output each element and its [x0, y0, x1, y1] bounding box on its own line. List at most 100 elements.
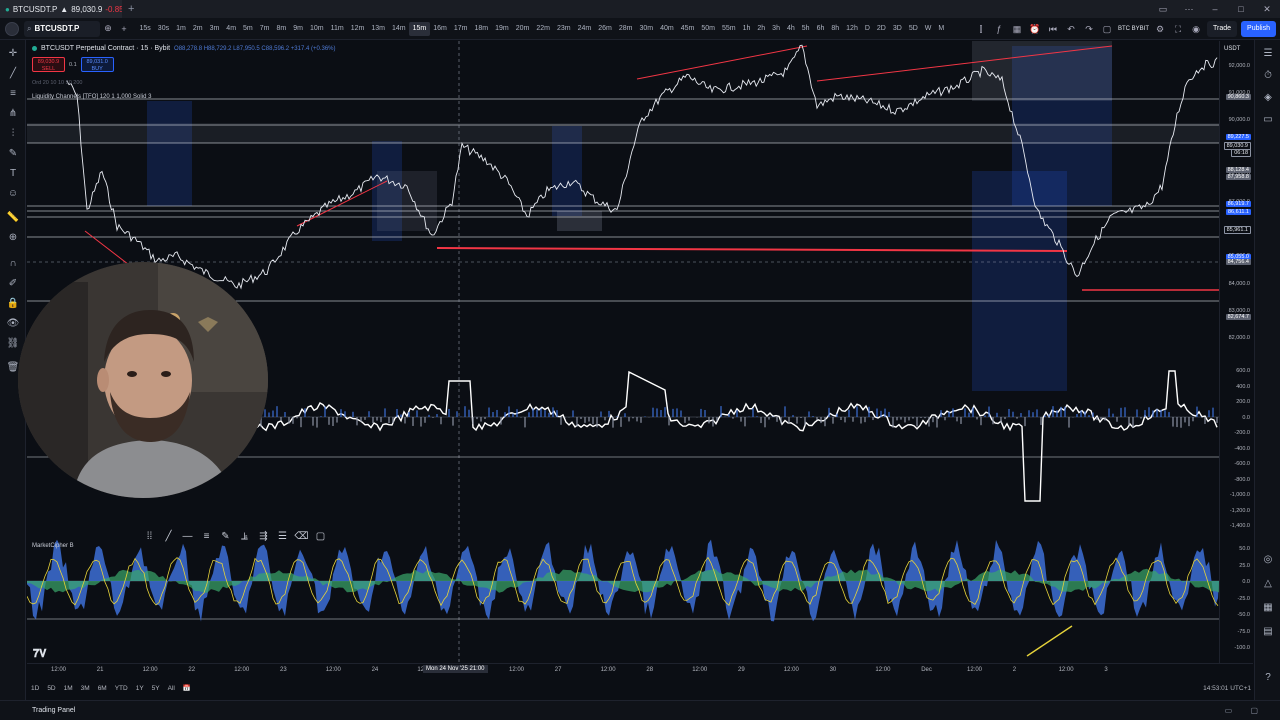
- interval-5m[interactable]: 5m: [240, 22, 257, 36]
- interval-9m[interactable]: 9m: [290, 22, 307, 36]
- add-symbol-icon[interactable]: +: [116, 24, 132, 34]
- interval-4m[interactable]: 4m: [223, 22, 240, 36]
- browser-tab[interactable]: ● BTCUSDT.P ▲ 89,030.9 -0.85% ×: [0, 0, 122, 18]
- interval-30m[interactable]: 30m: [636, 22, 657, 36]
- alerts-icon[interactable]: ⏱: [1260, 68, 1276, 84]
- interval-3D[interactable]: 3D: [889, 22, 905, 36]
- symbol-search[interactable]: ⌕ BTCUSDT.P: [24, 20, 100, 37]
- watchlist-icon[interactable]: ☰: [1260, 46, 1276, 62]
- notes-icon[interactable]: ▤: [1260, 624, 1276, 640]
- icon-tool-icon[interactable]: ☺: [5, 186, 21, 202]
- interval-5D[interactable]: 5D: [905, 22, 921, 36]
- camera-icon[interactable]: ◉: [1189, 24, 1203, 35]
- redo-icon[interactable]: ↷: [1082, 24, 1096, 35]
- alert-icon[interactable]: ⏰: [1028, 24, 1042, 35]
- minimize-icon[interactable]: –: [1202, 4, 1228, 15]
- range-5Y[interactable]: 5Y: [148, 685, 164, 692]
- indicators-icon[interactable]: ƒ: [992, 24, 1006, 34]
- interval-50m[interactable]: 50m: [698, 22, 719, 36]
- compare-icon[interactable]: ⊕: [100, 23, 116, 34]
- interval-5h[interactable]: 5h: [798, 22, 813, 36]
- trading-panel-label[interactable]: Trading Panel: [32, 707, 75, 714]
- price-scale[interactable]: 92,000.091,000.090,000.089,000.088,000.0…: [1219, 41, 1253, 663]
- hline-tool-icon[interactable]: —: [178, 531, 197, 542]
- hidden-indicator-label[interactable]: Ord 20 10 10 50 200: [32, 80, 82, 86]
- interval-2m[interactable]: 2m: [189, 22, 206, 36]
- range-1Y[interactable]: 1Y: [132, 685, 148, 692]
- close-window-icon[interactable]: ✕: [1254, 4, 1280, 15]
- hline-icon[interactable]: ≡: [5, 86, 21, 102]
- interval-55m[interactable]: 55m: [718, 22, 739, 36]
- tradingview-logo-icon[interactable]: 𝟕𝐕: [33, 648, 46, 661]
- range-3M[interactable]: 3M: [77, 685, 94, 692]
- interval-13m[interactable]: 13m: [368, 22, 389, 36]
- interval-14m[interactable]: 14m: [388, 22, 409, 36]
- liquidity-channels-label[interactable]: Liquidity Channels [TFO] 120 1 1,000 Sol…: [32, 94, 151, 100]
- chat-icon[interactable]: ▭: [1260, 112, 1276, 128]
- range-All[interactable]: All: [164, 685, 179, 692]
- market-cipher-label[interactable]: MarketCipher B: [32, 543, 74, 549]
- lock-icon[interactable]: 🔒: [5, 296, 21, 312]
- range-1M[interactable]: 1M: [60, 685, 77, 692]
- interval-8m[interactable]: 8m: [273, 22, 290, 36]
- new-tab-icon[interactable]: +: [128, 3, 134, 15]
- goto-date-icon[interactable]: 📅: [179, 684, 195, 692]
- drag-handle-icon[interactable]: ⁞⁞: [140, 531, 159, 542]
- box-tool-icon[interactable]: ▢: [311, 531, 330, 542]
- interval-17m[interactable]: 17m: [450, 22, 471, 36]
- eye-icon[interactable]: 👁: [5, 316, 21, 332]
- ideas-icon[interactable]: ◎: [1260, 552, 1276, 568]
- channel-tool-icon[interactable]: ⇶: [254, 531, 273, 542]
- clock-label[interactable]: 14:53:01 UTC+1: [1203, 685, 1251, 692]
- zoom-icon[interactable]: ⊕: [5, 230, 21, 246]
- interval-15s[interactable]: 15s: [136, 22, 154, 36]
- range-1D[interactable]: 1D: [27, 685, 43, 692]
- link-icon[interactable]: ⛓: [5, 336, 21, 352]
- interval-2h[interactable]: 2h: [754, 22, 769, 36]
- interval-15m[interactable]: 15m: [409, 21, 430, 36]
- draw-mode-icon[interactable]: ✐: [5, 276, 21, 292]
- magnet-icon[interactable]: ∩: [5, 256, 21, 272]
- layers-icon[interactable]: ◈: [1260, 90, 1276, 106]
- interval-45m[interactable]: 45m: [677, 22, 698, 36]
- interval-24m[interactable]: 24m: [574, 22, 595, 36]
- buy-button[interactable]: 89,031.0 BUY: [80, 57, 114, 72]
- interval-8h[interactable]: 8h: [828, 22, 843, 36]
- interval-10m[interactable]: 10m: [306, 22, 327, 36]
- brush-icon[interactable]: ✎: [5, 146, 21, 162]
- undo-icon[interactable]: ↶: [1064, 24, 1078, 35]
- trendline-icon[interactable]: ╱: [5, 66, 21, 82]
- help-icon[interactable]: ?: [1260, 670, 1276, 686]
- range-6M[interactable]: 6M: [94, 685, 111, 692]
- range-5D[interactable]: 5D: [43, 685, 59, 692]
- maximize-icon[interactable]: □: [1228, 4, 1254, 15]
- interval-M[interactable]: M: [935, 22, 948, 36]
- panel-controls-icon[interactable]: ▭ ▢: [1225, 706, 1266, 715]
- interval-26m[interactable]: 26m: [595, 22, 616, 36]
- ruler-icon[interactable]: 📏: [5, 210, 21, 226]
- interval-6h[interactable]: 6h: [813, 22, 828, 36]
- pattern-icon[interactable]: ⫶: [5, 126, 21, 142]
- interval-3m[interactable]: 3m: [206, 22, 223, 36]
- interval-23m[interactable]: 23m: [553, 22, 574, 36]
- replay-icon[interactable]: ⏮: [1046, 24, 1060, 35]
- pen-tool-icon[interactable]: ✎: [216, 531, 235, 542]
- stack-tool-icon[interactable]: ☰: [273, 531, 292, 542]
- menu-icon[interactable]: ⋯: [1176, 4, 1202, 15]
- publish-button[interactable]: Publish: [1241, 21, 1276, 37]
- layout-icon[interactable]: ▭: [1150, 4, 1176, 15]
- interval-12m[interactable]: 12m: [347, 22, 368, 36]
- calendar-icon[interactable]: ▦: [1260, 600, 1276, 616]
- interval-D[interactable]: D: [861, 22, 873, 36]
- interval-16m[interactable]: 16m: [430, 22, 451, 36]
- interval-2D[interactable]: 2D: [873, 22, 889, 36]
- interval-40m[interactable]: 40m: [657, 22, 678, 36]
- range-YTD[interactable]: YTD: [111, 685, 132, 692]
- interval-11m[interactable]: 11m: [327, 22, 347, 36]
- interval-4h[interactable]: 4h: [783, 22, 798, 36]
- interval-3h[interactable]: 3h: [769, 22, 784, 36]
- fullscreen-icon[interactable]: ⛶: [1171, 24, 1185, 35]
- text-icon[interactable]: T: [5, 166, 21, 182]
- line-tool-icon[interactable]: ╱: [159, 531, 178, 542]
- interval-28m[interactable]: 28m: [615, 22, 636, 36]
